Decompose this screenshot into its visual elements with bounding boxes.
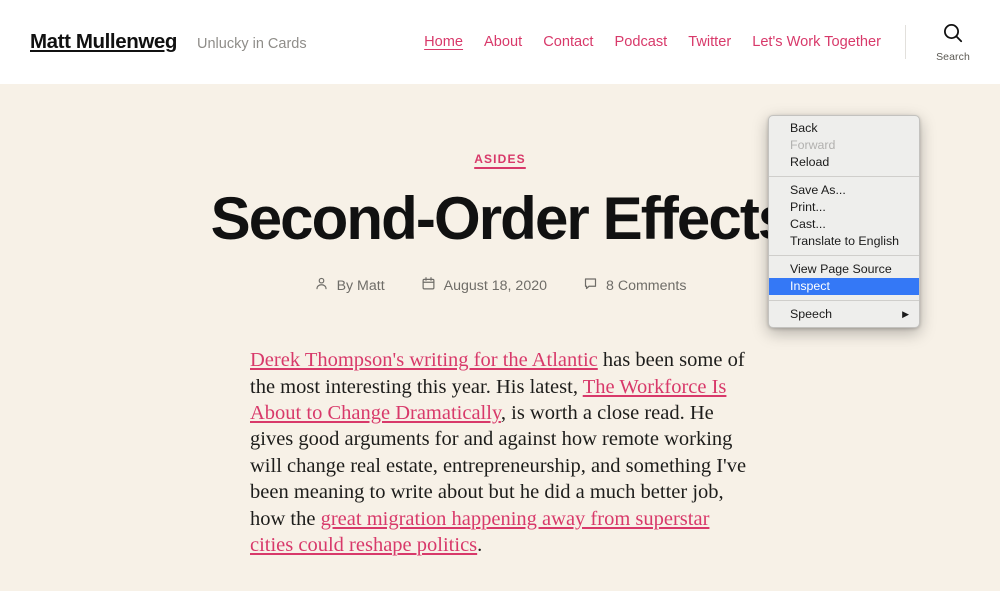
entry-content: Derek Thompson's writing for the Atlanti… bbox=[250, 347, 750, 558]
comment-icon bbox=[583, 276, 598, 295]
content-text-3: . bbox=[477, 534, 483, 557]
menu-item-translate[interactable]: Translate to English bbox=[769, 233, 919, 250]
site-header: Matt Mullenweg Unlucky in Cards Home Abo… bbox=[0, 0, 1000, 84]
nav-link-home[interactable]: Home bbox=[424, 34, 463, 50]
meta-date: August 18, 2020 bbox=[421, 276, 547, 295]
meta-author: By Matt bbox=[314, 276, 385, 295]
nav-link-contact[interactable]: Contact bbox=[543, 34, 593, 50]
nav-item-about: About bbox=[484, 33, 522, 51]
nav-item-contact: Contact bbox=[543, 33, 593, 51]
nav-list: Home About Contact Podcast Twitter Let's… bbox=[424, 33, 881, 51]
nav-link-twitter[interactable]: Twitter bbox=[688, 34, 731, 50]
search-button[interactable]: Search bbox=[928, 21, 978, 63]
menu-item-cast[interactable]: Cast... bbox=[769, 216, 919, 233]
calendar-icon bbox=[421, 276, 436, 295]
nav-link-podcast[interactable]: Podcast bbox=[614, 34, 667, 50]
nav-link-about[interactable]: About bbox=[484, 34, 522, 50]
menu-separator bbox=[769, 176, 919, 177]
menu-item-reload[interactable]: Reload bbox=[769, 154, 919, 171]
menu-item-cast-label: Cast... bbox=[790, 217, 826, 231]
menu-item-back[interactable]: Back bbox=[769, 120, 919, 137]
menu-item-translate-label: Translate to English bbox=[790, 234, 900, 248]
nav-item-lets-work-together: Let's Work Together bbox=[752, 33, 881, 51]
menu-item-save-as[interactable]: Save As... bbox=[769, 182, 919, 199]
menu-separator bbox=[769, 255, 919, 256]
content-link-derek-thompson[interactable]: Derek Thompson's writing for the Atlanti… bbox=[250, 349, 598, 371]
nav-item-home: Home bbox=[424, 33, 463, 51]
menu-item-view-page-source[interactable]: View Page Source bbox=[769, 261, 919, 278]
meta-comments: 8 Comments bbox=[583, 276, 686, 295]
site-tagline: Unlucky in Cards bbox=[197, 36, 307, 52]
site-title[interactable]: Matt Mullenweg bbox=[30, 30, 177, 54]
meta-author-label: By Matt bbox=[336, 277, 385, 294]
entry-paragraph: Derek Thompson's writing for the Atlanti… bbox=[250, 347, 750, 558]
menu-item-save-as-label: Save As... bbox=[790, 183, 846, 197]
meta-comments-link[interactable]: 8 Comments bbox=[606, 278, 686, 294]
meta-date-label: August 18, 2020 bbox=[443, 277, 547, 294]
menu-item-forward-label: Forward bbox=[790, 138, 836, 152]
chevron-right-icon: ▶ bbox=[902, 309, 909, 319]
nav-divider bbox=[905, 25, 906, 59]
nav-link-lets-work-together[interactable]: Let's Work Together bbox=[752, 34, 881, 50]
menu-item-inspect[interactable]: Inspect bbox=[769, 278, 919, 295]
nav-item-twitter: Twitter bbox=[688, 33, 731, 51]
category-link-asides[interactable]: ASIDES bbox=[474, 152, 526, 166]
menu-item-print-label: Print... bbox=[790, 200, 826, 214]
browser-context-menu[interactable]: Back Forward Reload Save As... Print... … bbox=[768, 115, 920, 328]
search-button-label: Search bbox=[936, 51, 970, 63]
menu-item-inspect-label: Inspect bbox=[790, 279, 830, 293]
menu-item-forward: Forward bbox=[769, 137, 919, 154]
menu-item-speech[interactable]: Speech ▶ bbox=[769, 306, 919, 323]
menu-item-print[interactable]: Print... bbox=[769, 199, 919, 216]
menu-item-back-label: Back bbox=[790, 121, 818, 135]
menu-separator bbox=[769, 300, 919, 301]
person-icon bbox=[314, 276, 329, 295]
search-icon bbox=[941, 21, 965, 48]
primary-navigation: Home About Contact Podcast Twitter Let's… bbox=[307, 21, 978, 63]
menu-item-view-page-source-label: View Page Source bbox=[790, 262, 892, 276]
menu-item-speech-label: Speech bbox=[790, 307, 833, 321]
nav-item-podcast: Podcast bbox=[614, 33, 667, 51]
branding: Matt Mullenweg Unlucky in Cards bbox=[30, 30, 307, 54]
menu-item-reload-label: Reload bbox=[790, 155, 830, 169]
